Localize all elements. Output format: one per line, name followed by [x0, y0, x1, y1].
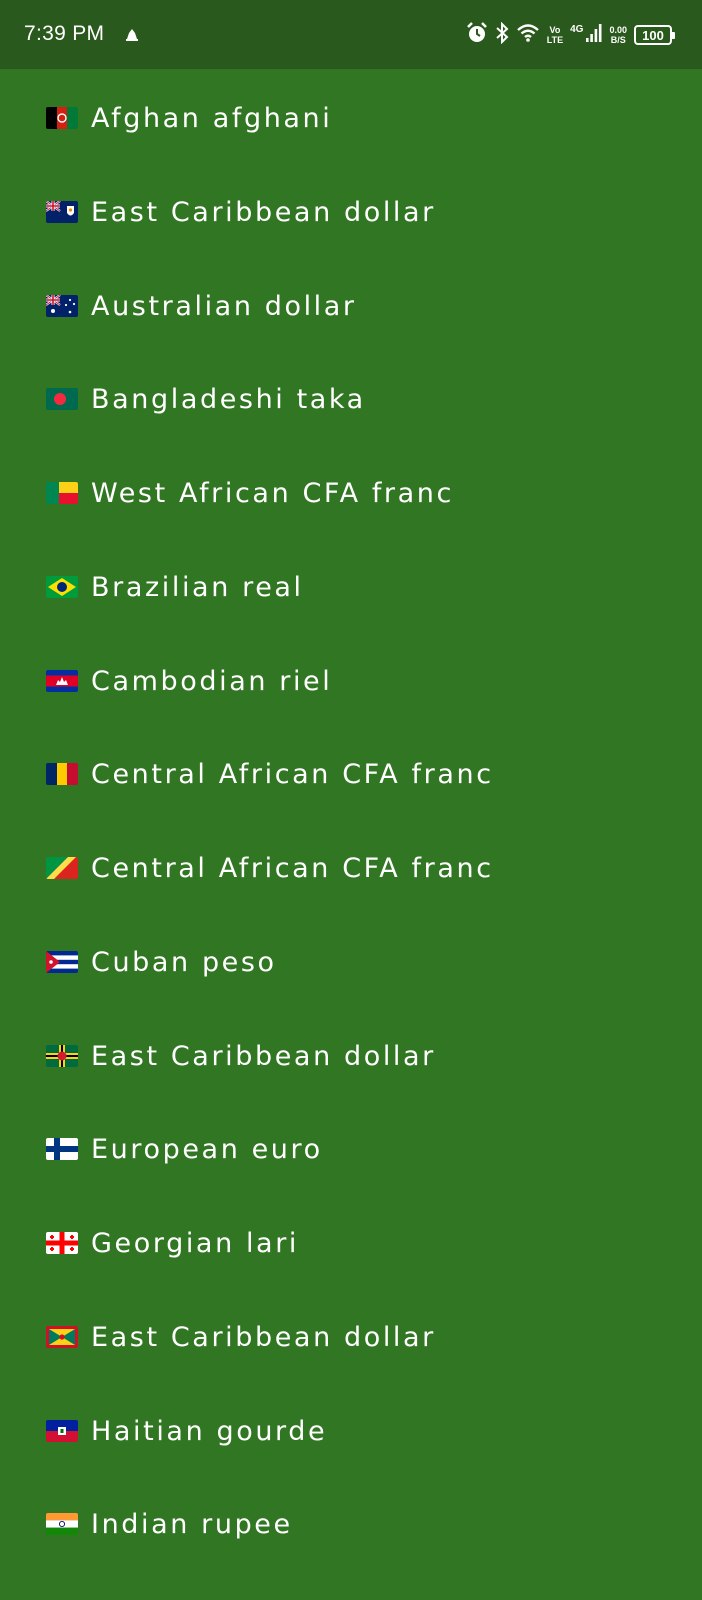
- flag-dominica-icon: [46, 1044, 78, 1067]
- currency-name: Haitian gourde: [91, 1415, 328, 1447]
- currency-name: East Caribbean dollar: [91, 196, 436, 228]
- currency-name: West African CFA franc: [91, 478, 454, 509]
- list-item[interactable]: East Caribbean dollar: [0, 1298, 702, 1392]
- flag-benin-icon: [46, 482, 78, 504]
- flag-india-icon: [46, 1513, 78, 1536]
- currency-name: Cambodian riel: [91, 665, 333, 697]
- currency-name: Central African CFA franc: [91, 853, 494, 884]
- currency-name: East Caribbean dollar: [91, 1040, 436, 1072]
- flag-bangladesh-icon: [46, 388, 78, 411]
- status-icons: Vo LTE 4G 0.00 B/S 100: [466, 21, 675, 48]
- list-item[interactable]: Brazilian real: [0, 548, 702, 642]
- list-item[interactable]: Australian dollar: [0, 267, 702, 361]
- list-item[interactable]: Afghan afghani: [0, 79, 702, 173]
- list-item[interactable]: Georgian lari: [0, 1204, 702, 1298]
- flag-haiti-icon: [46, 1419, 78, 1442]
- currency-name: Indian rupee: [91, 1509, 293, 1541]
- currency-name: Afghan afghani: [91, 103, 333, 134]
- list-item[interactable]: Cambodian riel: [0, 642, 702, 736]
- network-type: 4G: [570, 23, 584, 35]
- flag-chad-icon: [46, 763, 78, 786]
- signal-icon: [586, 23, 602, 47]
- list-item[interactable]: Bangladeshi taka: [0, 360, 702, 454]
- list-item[interactable]: West African CFA franc: [0, 454, 702, 548]
- volte-bottom: LTE: [546, 35, 564, 45]
- status-bar: 7:39 PM Vo LTE 4G 0.00 B/S 100: [0, 0, 702, 69]
- currency-name: Georgian lari: [91, 1228, 300, 1259]
- speed-value: 0.00: [609, 25, 627, 35]
- list-item[interactable]: East Caribbean dollar: [0, 1017, 702, 1111]
- flag-australia-icon: [46, 294, 78, 317]
- volte-indicator: Vo LTE: [547, 25, 563, 45]
- list-item[interactable]: Indian rupee: [0, 1485, 702, 1579]
- flag-cambodia-icon: [46, 669, 78, 692]
- currency-name: East Caribbean dollar: [91, 1321, 436, 1353]
- notification-icon: [124, 26, 140, 42]
- list-item[interactable]: East Caribbean dollar: [0, 173, 702, 267]
- speed-unit: B/S: [610, 35, 626, 45]
- list-item[interactable]: Central African CFA franc: [0, 829, 702, 923]
- list-item[interactable]: Cuban peso: [0, 923, 702, 1017]
- flag-finland-icon: [46, 1138, 78, 1161]
- list-item[interactable]: European euro: [0, 1110, 702, 1204]
- flag-georgia-icon: [46, 1232, 78, 1254]
- battery-level: 100: [642, 27, 664, 43]
- battery-icon: 100: [634, 25, 675, 45]
- flag-cuba-icon: [46, 950, 78, 973]
- currency-name: Bangladeshi taka: [91, 384, 366, 416]
- list-item[interactable]: Haitian gourde: [0, 1392, 702, 1486]
- flag-congo-icon: [46, 857, 78, 879]
- bluetooth-icon: [495, 21, 509, 48]
- currency-name: Cuban peso: [91, 946, 277, 978]
- currency-list: Afghan afghani East Caribbean dollar Aus…: [0, 79, 702, 1579]
- flag-anguilla-icon: [46, 200, 78, 223]
- alarm-icon: [466, 22, 488, 48]
- list-item[interactable]: Central African CFA franc: [0, 735, 702, 829]
- currency-name: Australian dollar: [91, 290, 357, 322]
- network-speed: 0.00 B/S: [609, 25, 627, 45]
- wifi-icon: [516, 23, 540, 47]
- currency-name: Central African CFA franc: [91, 759, 494, 791]
- flag-brazil-icon: [46, 575, 78, 598]
- flag-grenada-icon: [46, 1325, 78, 1348]
- currency-name: Brazilian real: [91, 571, 304, 603]
- flag-afghanistan-icon: [46, 107, 78, 129]
- status-time: 7:39 PM: [24, 22, 105, 45]
- volte-top: Vo: [549, 25, 561, 35]
- currency-name: European euro: [91, 1134, 323, 1166]
